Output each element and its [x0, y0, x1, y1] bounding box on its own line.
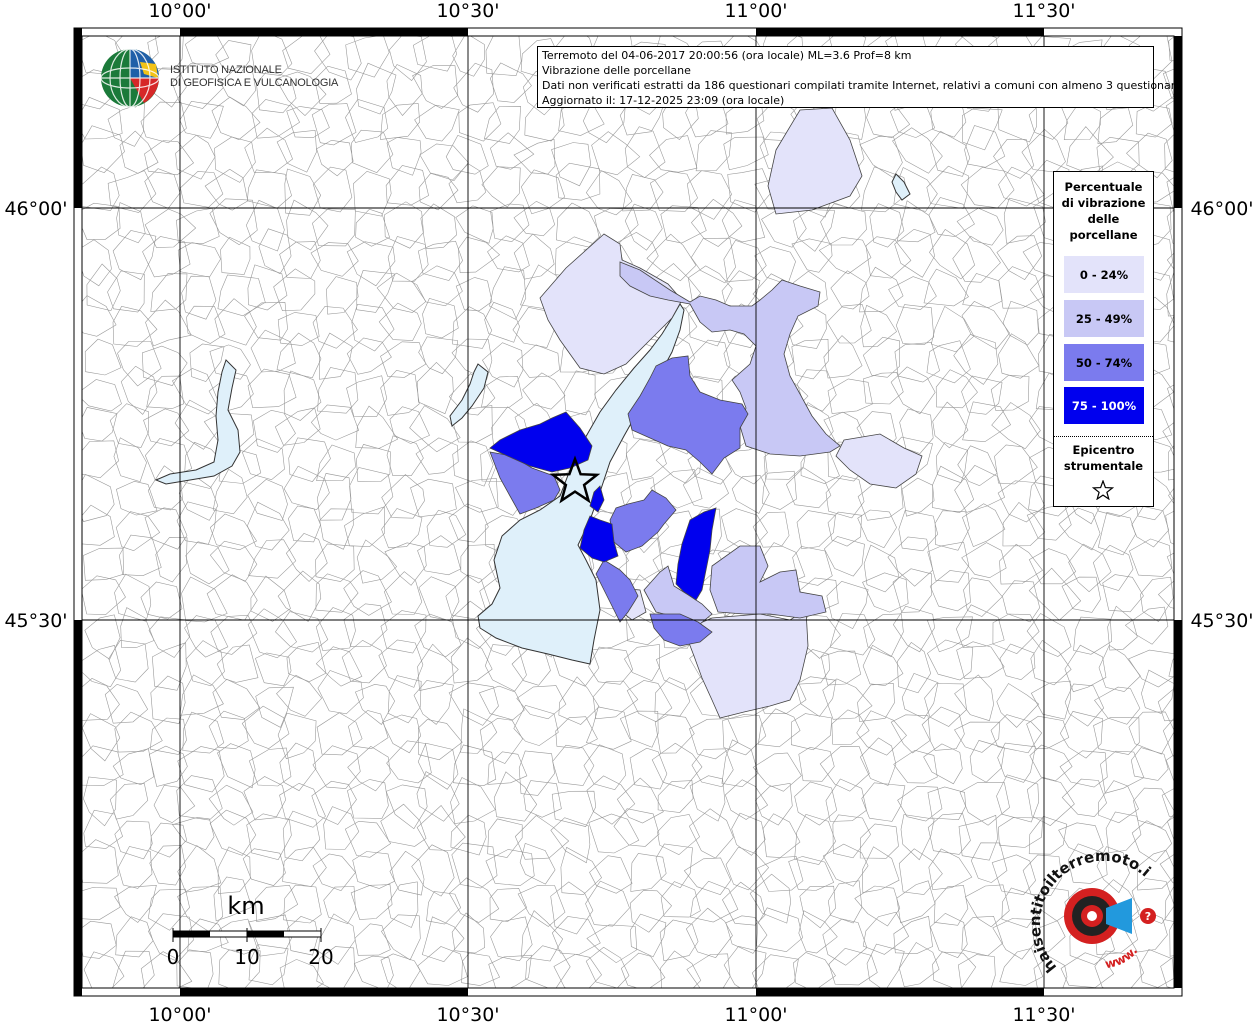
update-time: Aggiornato il: 17-12-2025 23:09 (ora loc…	[542, 94, 785, 107]
lon-label: 11°00'	[724, 0, 787, 22]
lat-label: 45°30'	[4, 610, 67, 632]
legend-title-line: delle	[1087, 212, 1120, 226]
legend-separator	[1054, 436, 1153, 437]
ingv-logo	[100, 48, 160, 108]
lon-label: 11°30'	[1012, 1004, 1075, 1024]
longitude-labels-top: 10°00' 10°30' 11°00' 11°30'	[148, 0, 1075, 22]
lat-label: 46°00'	[4, 198, 67, 220]
legend-title: Percentuale di vibrazione delle porcella…	[1054, 179, 1153, 243]
legend-class-25-49: 25 - 49%	[1064, 300, 1144, 337]
legend-title-line: porcellane	[1069, 228, 1138, 242]
municipal-boundary	[1175, 335, 1210, 382]
legend-class-0-24: 0 - 24%	[1064, 256, 1144, 293]
lon-label: 11°00'	[724, 1004, 787, 1024]
legend-class-75-100: 75 - 100%	[1064, 387, 1144, 424]
lon-label: 11°30'	[1012, 0, 1075, 22]
svg-text:?: ?	[1145, 910, 1151, 923]
scale-tick: 20	[308, 945, 333, 969]
lon-label: 10°00'	[148, 1004, 211, 1024]
ingv-name-line2: DI GEOFISICA E VULCANOLOGIA	[170, 77, 339, 89]
legend-epicenter-line: strumentale	[1063, 459, 1144, 473]
legend-epicenter-label: Epicentro strumentale	[1054, 442, 1153, 474]
lon-label: 10°30'	[436, 1004, 499, 1024]
legend-epicenter-line: Epicentro	[1072, 443, 1135, 457]
legend-class-50-74: 50 - 74%	[1064, 344, 1144, 381]
longitude-labels-bottom: 10°00' 10°30' 11°00' 11°30'	[148, 1004, 1075, 1024]
lon-label: 10°00'	[148, 0, 211, 22]
scale-tick: 10	[234, 945, 259, 969]
scale-tick: 0	[167, 945, 180, 969]
lat-label: 45°30'	[1190, 610, 1253, 632]
event-title: Terremoto del 04-06-2017 20:00:56 (ora l…	[542, 49, 912, 62]
ingv-name-line1: ISTITUTO NAZIONALE	[170, 64, 282, 76]
ingv-name: ISTITUTO NAZIONALE DI GEOFISICA E VULCAN…	[170, 64, 338, 90]
lon-label: 10°30'	[436, 0, 499, 22]
legend-title-line: Percentuale	[1064, 180, 1143, 194]
event-info-box: Terremoto del 04-06-2017 20:00:56 (ora l…	[537, 46, 1182, 108]
municipal-boundary	[1168, 487, 1174, 505]
legend-title-line: di vibrazione	[1061, 196, 1146, 210]
data-note: Dati non verificati estratti da 186 ques…	[542, 79, 1182, 92]
map: 10°00' 10°30' 11°00' 11°30' 10°00' 10°30…	[0, 0, 1254, 1024]
map-parameter: Vibrazione delle porcellane	[542, 64, 691, 77]
legend: Percentuale di vibrazione delle porcella…	[1053, 171, 1154, 507]
lat-label: 46°00'	[1190, 198, 1253, 220]
star-outline-icon	[1092, 480, 1114, 500]
scale-unit: km	[227, 892, 264, 920]
